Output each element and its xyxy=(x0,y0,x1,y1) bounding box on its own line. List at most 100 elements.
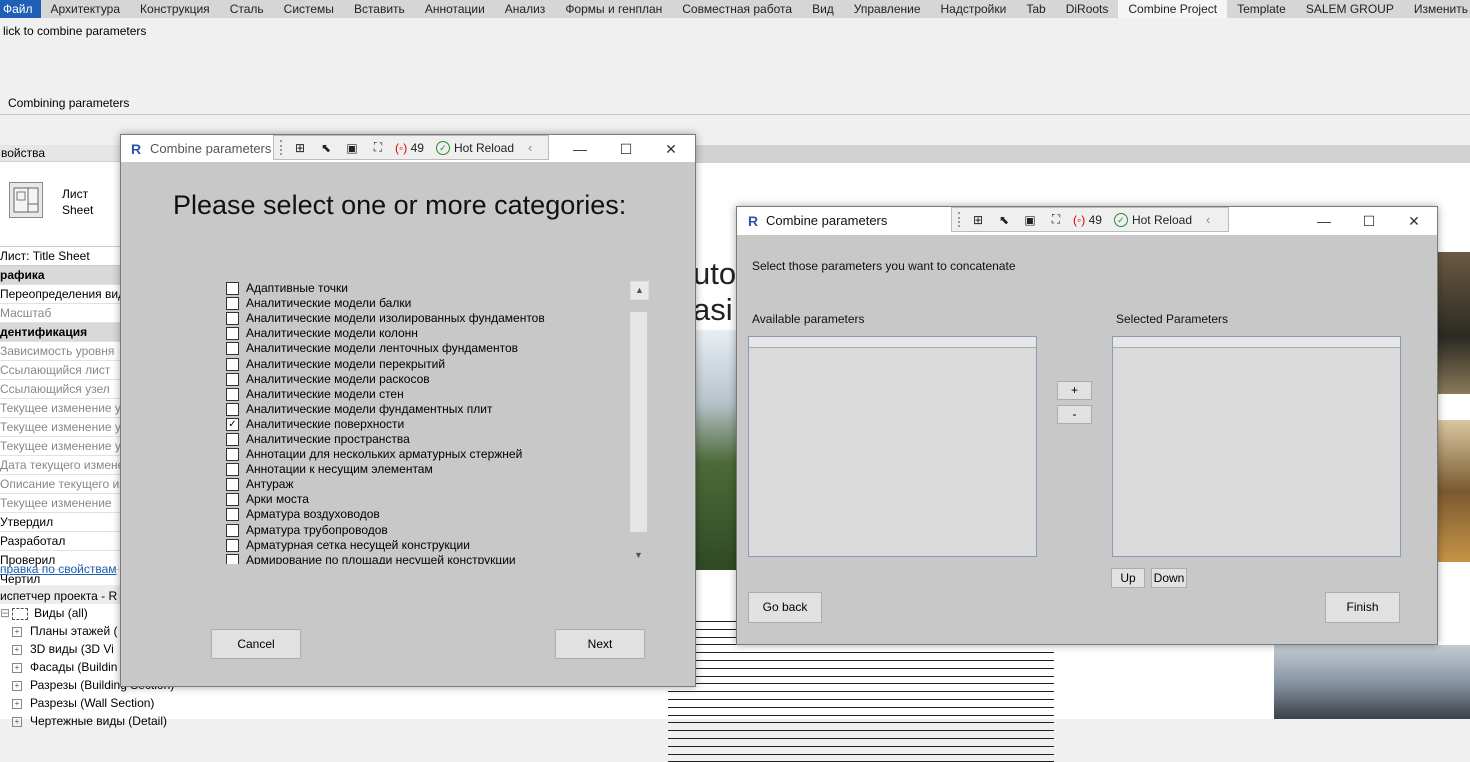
ribbon-tab[interactable]: Совместная работа xyxy=(672,0,802,18)
ribbon-tab[interactable]: Файл xyxy=(0,0,41,18)
ribbon-tab[interactable]: Управление xyxy=(844,0,931,18)
layout-adorner-icon[interactable]: ▣ xyxy=(343,140,361,156)
track-focus-icon[interactable]: ⛶ xyxy=(1047,212,1065,228)
category-checkbox[interactable] xyxy=(226,523,239,537)
expand-icon[interactable]: + xyxy=(12,680,22,691)
ribbon-tab[interactable]: Системы xyxy=(274,0,344,18)
scroll-track[interactable] xyxy=(630,312,647,532)
next-button[interactable]: Next xyxy=(555,629,645,659)
category-item[interactable]: Арматура трубопроводов xyxy=(226,523,631,538)
property-row[interactable]: Масштаб xyxy=(0,304,120,323)
property-row[interactable]: Ссылающийся узел xyxy=(0,380,120,399)
property-group[interactable]: дентификация xyxy=(0,323,120,342)
category-checkbox[interactable] xyxy=(226,342,239,356)
select-element-icon[interactable]: ⊞ xyxy=(291,140,309,156)
browser-item[interactable]: + Разрезы (Wall Section) xyxy=(0,694,315,712)
expand-icon[interactable]: + xyxy=(12,698,22,709)
category-checkbox[interactable] xyxy=(226,312,239,326)
maximize-button[interactable]: ☐ xyxy=(1346,210,1392,232)
category-list[interactable]: Адаптивные точки Аналитические модели бал… xyxy=(226,281,631,564)
parameters-dialog-titlebar[interactable]: R Combine parameters ⊞ ⬉ ▣ ⛶ (◦) 49 ✓ Hot… xyxy=(737,207,1437,235)
category-checkbox[interactable] xyxy=(226,553,239,564)
scroll-up-icon[interactable]: ▲ xyxy=(630,281,649,300)
expand-icon[interactable]: + xyxy=(12,626,22,637)
collapse-chevron-icon[interactable]: ‹ xyxy=(528,140,532,155)
ribbon-tab[interactable]: DiRoots xyxy=(1056,0,1119,18)
track-focus-icon[interactable]: ⛶ xyxy=(369,140,387,156)
category-checkbox[interactable] xyxy=(226,387,239,401)
category-checkbox[interactable] xyxy=(226,538,239,552)
category-item[interactable]: Аналитические модели изолированных фунда… xyxy=(226,311,631,326)
category-checkbox[interactable] xyxy=(226,402,239,416)
category-item[interactable]: Аннотации для нескольких арматурных стер… xyxy=(226,447,631,462)
property-row[interactable]: Текущее изменение xyxy=(0,494,120,513)
add-parameter-button[interactable]: + xyxy=(1057,381,1092,400)
cancel-button[interactable]: Cancel xyxy=(211,629,301,659)
property-row[interactable]: Текущее изменение у xyxy=(0,418,120,437)
ribbon-tab[interactable]: Надстройки xyxy=(931,0,1017,18)
collapse-chevron-icon[interactable]: ‹ xyxy=(1206,212,1210,227)
expand-icon[interactable]: + xyxy=(12,662,22,673)
instance-selector[interactable]: Лист: Title Sheet xyxy=(0,247,120,266)
category-item[interactable]: Аналитические модели фундаментных плит xyxy=(226,402,631,417)
type-selector[interactable]: Лист Sheet xyxy=(0,162,120,247)
ribbon-tab[interactable]: Вставить xyxy=(344,0,415,18)
remove-parameter-button[interactable]: - xyxy=(1057,405,1092,424)
ribbon-tab[interactable]: Tab xyxy=(1016,0,1055,18)
ribbon-tab[interactable]: Вид xyxy=(802,0,844,18)
property-row[interactable]: Текущее изменение у xyxy=(0,437,120,456)
category-item[interactable]: Адаптивные точки xyxy=(226,281,631,296)
category-scrollbar[interactable]: ▲ ▼ xyxy=(630,281,649,564)
close-button[interactable]: ✕ xyxy=(648,138,694,160)
category-checkbox[interactable] xyxy=(226,282,239,296)
pointer-icon[interactable]: ⬉ xyxy=(995,212,1013,228)
toolbar-grip-icon[interactable] xyxy=(958,212,963,227)
ribbon-tab[interactable]: Сталь xyxy=(220,0,274,18)
expand-icon[interactable]: + xyxy=(12,644,22,655)
category-item[interactable]: Армирование по площади несущей конструкц… xyxy=(226,553,631,564)
category-item[interactable]: Аналитические модели ленточных фундамент… xyxy=(226,341,631,356)
property-row[interactable]: Разработал xyxy=(0,532,120,551)
category-item[interactable]: Арки моста xyxy=(226,492,631,507)
category-item[interactable]: ✓ Аналитические поверхности xyxy=(226,417,631,432)
category-item[interactable]: Аналитические модели раскосов xyxy=(226,372,631,387)
selected-parameters-list[interactable] xyxy=(1112,336,1401,557)
property-row[interactable]: Зависимость уровня xyxy=(0,342,120,361)
expand-icon[interactable]: + xyxy=(12,716,22,727)
category-checkbox[interactable] xyxy=(226,432,239,446)
category-checkbox[interactable]: ✓ xyxy=(226,417,239,431)
category-item[interactable]: Арматура воздуховодов xyxy=(226,507,631,522)
category-item[interactable]: Аннотации к несущим элементам xyxy=(226,462,631,477)
properties-help-link[interactable]: правка по свойствам xyxy=(0,562,117,576)
move-down-button[interactable]: Down xyxy=(1151,568,1187,588)
move-up-button[interactable]: Up xyxy=(1111,568,1145,588)
ribbon-tab[interactable]: Combine Project xyxy=(1118,0,1228,18)
property-row[interactable]: Утвердил xyxy=(0,513,120,532)
binding-errors-badge[interactable]: (◦) 49 xyxy=(395,141,424,155)
category-item[interactable]: Аналитические пространства xyxy=(226,432,631,447)
go-back-button[interactable]: Go back xyxy=(748,592,822,623)
property-row[interactable]: Ссылающийся лист xyxy=(0,361,120,380)
close-button[interactable]: ✕ xyxy=(1391,210,1437,232)
ribbon-tab[interactable]: Анализ xyxy=(495,0,556,18)
browser-item[interactable]: + Чертежные виды (Detail) xyxy=(0,712,315,730)
ribbon-tab[interactable]: Template xyxy=(1227,0,1296,18)
ribbon-tab[interactable]: Формы и генплан xyxy=(555,0,672,18)
category-checkbox[interactable] xyxy=(226,508,239,522)
category-item[interactable]: Аналитические модели стен xyxy=(226,387,631,402)
category-item[interactable]: Аналитические модели перекрытий xyxy=(226,356,631,371)
category-checkbox[interactable] xyxy=(226,448,239,462)
finish-button[interactable]: Finish xyxy=(1325,592,1400,623)
available-parameters-list[interactable] xyxy=(748,336,1037,557)
ribbon-tab[interactable]: SALEM GROUP xyxy=(1296,0,1404,18)
ribbon-tab[interactable]: Конструкция xyxy=(130,0,220,18)
category-dialog-titlebar[interactable]: R Combine parameters ⊞ ⬉ ▣ ⛶ (◦) 49 ✓ Hot… xyxy=(121,135,695,162)
maximize-button[interactable]: ☐ xyxy=(603,138,649,160)
category-item[interactable]: Арматурная сетка несущей конструкции xyxy=(226,538,631,553)
property-row[interactable]: Дата текущего измене xyxy=(0,456,120,475)
category-checkbox[interactable] xyxy=(226,297,239,311)
binding-errors-badge[interactable]: (◦) 49 xyxy=(1073,213,1102,227)
hot-reload-indicator[interactable]: ✓ Hot Reload ‹ xyxy=(1113,212,1210,227)
category-checkbox[interactable] xyxy=(226,463,239,477)
minimize-button[interactable]: — xyxy=(557,138,603,160)
